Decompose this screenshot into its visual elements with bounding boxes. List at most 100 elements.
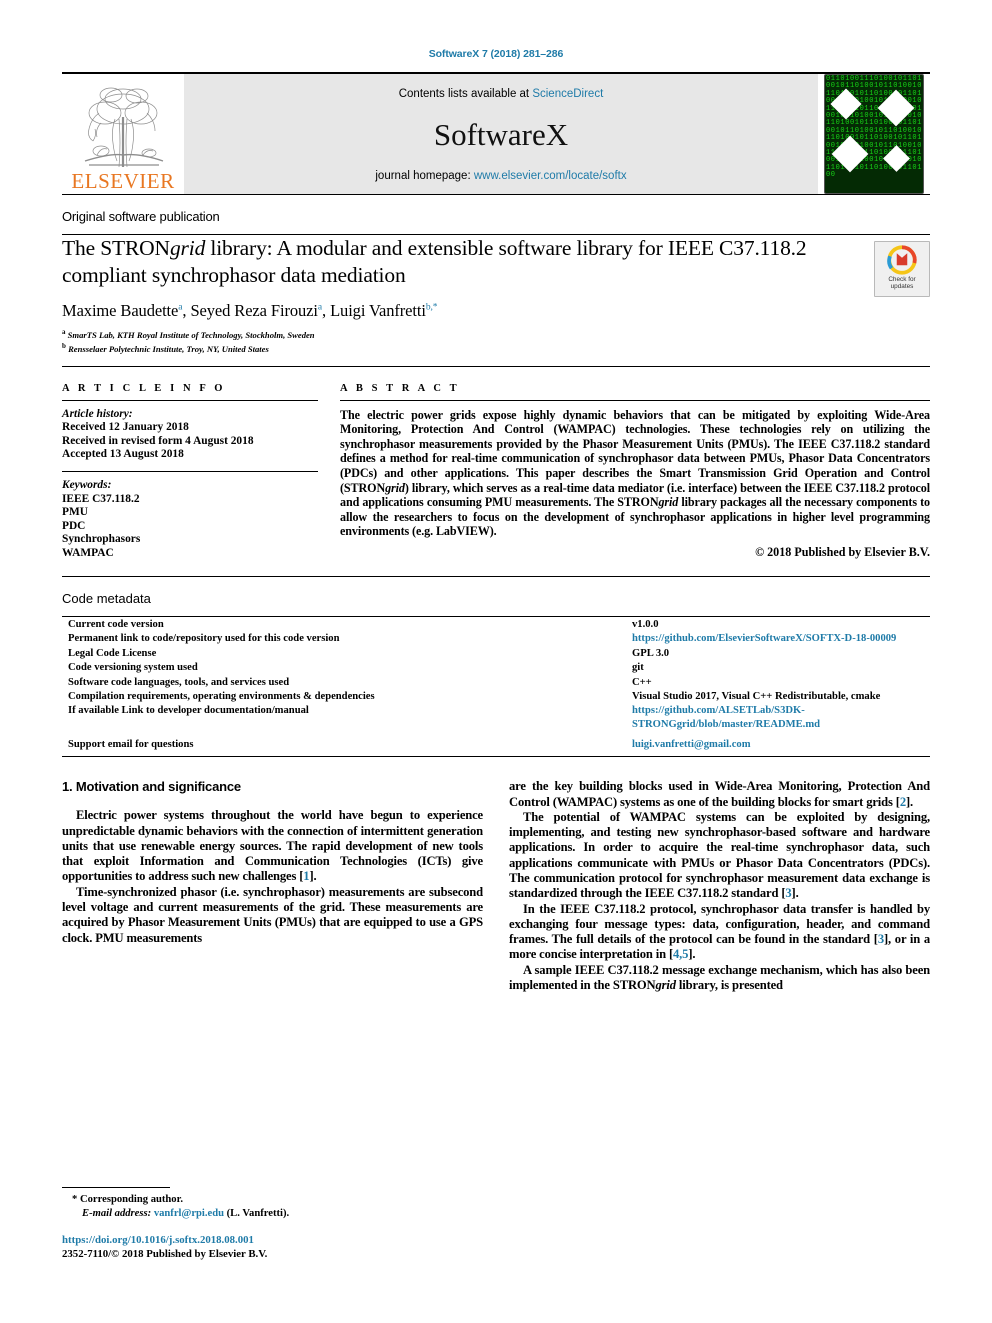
table-row: Legal Code License GPL 3.0	[62, 646, 930, 660]
table-row: If available Link to developer documenta…	[62, 704, 930, 732]
paragraph-text-tail: ].	[309, 869, 317, 884]
corresponding-marker: *	[72, 1194, 78, 1206]
crossmark-label-line1: Check for	[888, 276, 916, 283]
paragraph-text: In the IEEE C37.118.2 protocol, synchrop…	[509, 901, 930, 947]
cover-image: 0110100111010010110100101101001011010010…	[824, 74, 924, 194]
metadata-value-link[interactable]: https://github.com/ALSETLab/S3DK-STRONGg…	[632, 704, 930, 732]
journal-homepage-line: journal homepage: www.elsevier.com/locat…	[375, 170, 626, 182]
table-row: Current code version v1.0.0	[62, 617, 930, 631]
body-columns: 1. Motivation and significance Electric …	[62, 779, 930, 993]
metadata-value: git	[632, 662, 644, 674]
code-metadata-bottom-rule	[62, 756, 930, 758]
contents-available-line: Contents lists available at ScienceDirec…	[399, 88, 604, 100]
history-item: Accepted 13 August 2018	[62, 448, 184, 461]
history-item: Received in revised form 4 August 2018	[62, 434, 254, 447]
table-row: Support email for questions luigi.vanfre…	[62, 731, 930, 752]
paragraph-text: Electric power systems throughout the wo…	[62, 808, 483, 884]
paragraph-text-tail: ].	[905, 794, 914, 809]
running-head: SoftwareX 7 (2018) 281–286	[428, 48, 564, 60]
corresponding-text: Corresponding author.	[79, 1194, 183, 1206]
abstract-heading: A B S T R A C T	[340, 382, 460, 394]
metadata-key: If available Link to developer documenta…	[68, 705, 309, 717]
sciencedirect-link[interactable]: ScienceDirect	[532, 88, 603, 100]
keywords-label: Keywords:	[62, 478, 112, 491]
journal-title: SoftwareX	[433, 117, 569, 152]
email-suffix: (L. Vanfretti).	[226, 1207, 290, 1219]
article-info-heading: A R T I C L E I N F O	[62, 382, 226, 394]
author-list: Maxime Baudettea, Seyed Reza Firouzia, L…	[62, 301, 438, 320]
body-column-left: 1. Motivation and significance Electric …	[62, 779, 483, 993]
paragraph-text: The potential of WAMPAC systems can be e…	[509, 809, 930, 901]
author-affiliation-marker: b,*	[425, 302, 438, 313]
keyword-item: PDC	[62, 519, 86, 532]
contents-prefix: Contents lists available at	[398, 88, 533, 100]
crossmark-badge[interactable]: Check for updates	[874, 241, 930, 297]
table-row: Permanent link to code/repository used f…	[62, 632, 930, 646]
article-info-column: A R T I C L E I N F O Article history: R…	[62, 383, 340, 561]
corresponding-author-note: * Corresponding author.	[62, 1193, 492, 1206]
paragraph-text-tail: ].	[791, 886, 799, 901]
metadata-key: Legal Code License	[68, 647, 157, 659]
paragraph: Time-synchronized phasor (i.e. synchroph…	[62, 885, 483, 946]
abstract-ital-grid-1: grid	[385, 480, 405, 495]
body-column-right: are the key building blocks used in Wide…	[509, 779, 930, 993]
metadata-key: Permanent link to code/repository used f…	[68, 633, 340, 645]
metadata-key: Code versioning system used	[68, 662, 198, 674]
title-part-1: The STRON	[62, 236, 170, 260]
metadata-key: Compilation requirements, operating envi…	[68, 691, 375, 703]
issn-copyright-line: 2352-7110/© 2018 Published by Elsevier B…	[62, 1247, 268, 1260]
crossmark-label: Check for updates	[888, 276, 915, 291]
journal-cover-thumbnail: 0110100111010010110100101101001011010010…	[818, 74, 930, 194]
page-title: The STRONgrid library: A modular and ext…	[62, 235, 860, 289]
keyword-item: PMU	[62, 506, 88, 519]
affiliation-item: b Rensselaer Polytechnic Institute, Troy…	[62, 341, 860, 355]
email-note: E-mail address: vanfrl@rpi.edu (L. Vanfr…	[62, 1207, 492, 1220]
metadata-value-link[interactable]: https://github.com/ElsevierSoftwareX/SOF…	[632, 632, 930, 646]
abstract-ital-grid-2: grid	[658, 495, 679, 510]
history-item: Received 12 January 2018	[62, 421, 189, 434]
table-row: Compilation requirements, operating envi…	[62, 689, 930, 703]
email-link[interactable]: vanfrl@rpi.edu	[154, 1208, 224, 1219]
article-history: Article history: Received 12 January 201…	[62, 401, 318, 471]
article-history-label: Article history:	[62, 407, 133, 420]
citation-ref[interactable]: 4,5	[673, 947, 688, 961]
homepage-prefix: journal homepage:	[375, 170, 474, 182]
author-name: Luigi Vanfretti	[330, 301, 426, 320]
crossmark-icon	[887, 245, 917, 275]
masthead-center: Contents lists available at ScienceDirec…	[184, 74, 818, 194]
crossmark-label-line2: updates	[890, 283, 914, 291]
affiliation-text: SmarTS Lab, KTH Royal Institute of Techn…	[67, 329, 315, 340]
affiliation-item: a SmarTS Lab, KTH Royal Institute of Tec…	[62, 327, 860, 341]
title-grid-italic: grid	[169, 236, 206, 260]
code-metadata-heading: Code metadata	[62, 591, 151, 607]
author-affiliation-marker: a	[317, 302, 322, 313]
metadata-value-link[interactable]: luigi.vanfretti@gmail.com	[632, 731, 930, 752]
keyword-item: WAMPAC	[62, 546, 114, 559]
keyword-item: IEEE C37.118.2	[62, 492, 140, 505]
footnote-rule	[62, 1187, 170, 1189]
journal-masthead: ELSEVIER Contents lists available at Sci…	[62, 72, 930, 194]
author-affiliation-marker: a	[178, 302, 183, 313]
paragraph: The potential of WAMPAC systems can be e…	[509, 810, 930, 902]
email-label: E-mail address:	[82, 1207, 152, 1219]
elsevier-wordmark: ELSEVIER	[71, 169, 175, 193]
affiliation-text: Rensselaer Polytechnic Institute, Troy, …	[68, 344, 269, 355]
title-part-2: library: A modular and extensible softwa…	[205, 236, 663, 260]
section-heading: 1. Motivation and significance	[62, 779, 241, 795]
metadata-value: v1.0.0	[632, 619, 659, 631]
table-row: Code versioning system used git	[62, 661, 930, 675]
paragraph-text-tail: ].	[688, 947, 696, 962]
doi-link[interactable]: https://doi.org/10.1016/j.softx.2018.08.…	[62, 1234, 492, 1247]
publication-type: Original software publication	[62, 209, 220, 224]
journal-homepage-link[interactable]: www.elsevier.com/locate/softx	[474, 170, 627, 182]
paragraph-ital-grid: grid	[655, 978, 676, 993]
paper-page: SoftwareX 7 (2018) 281–286 ELSEVIER Cont…	[0, 0, 992, 1323]
table-row: Software code languages, tools, and serv…	[62, 675, 930, 689]
author-name: Seyed Reza Firouzi	[190, 301, 318, 320]
elsevier-tree-icon	[84, 87, 164, 168]
metadata-key: Software code languages, tools, and serv…	[68, 676, 290, 688]
metadata-value: C++	[632, 676, 652, 688]
metadata-value: GPL 3.0	[632, 647, 670, 659]
info-abstract-wrap: A R T I C L E I N F O Article history: R…	[62, 383, 930, 561]
title-row: The STRONgrid library: A modular and ext…	[62, 235, 930, 356]
